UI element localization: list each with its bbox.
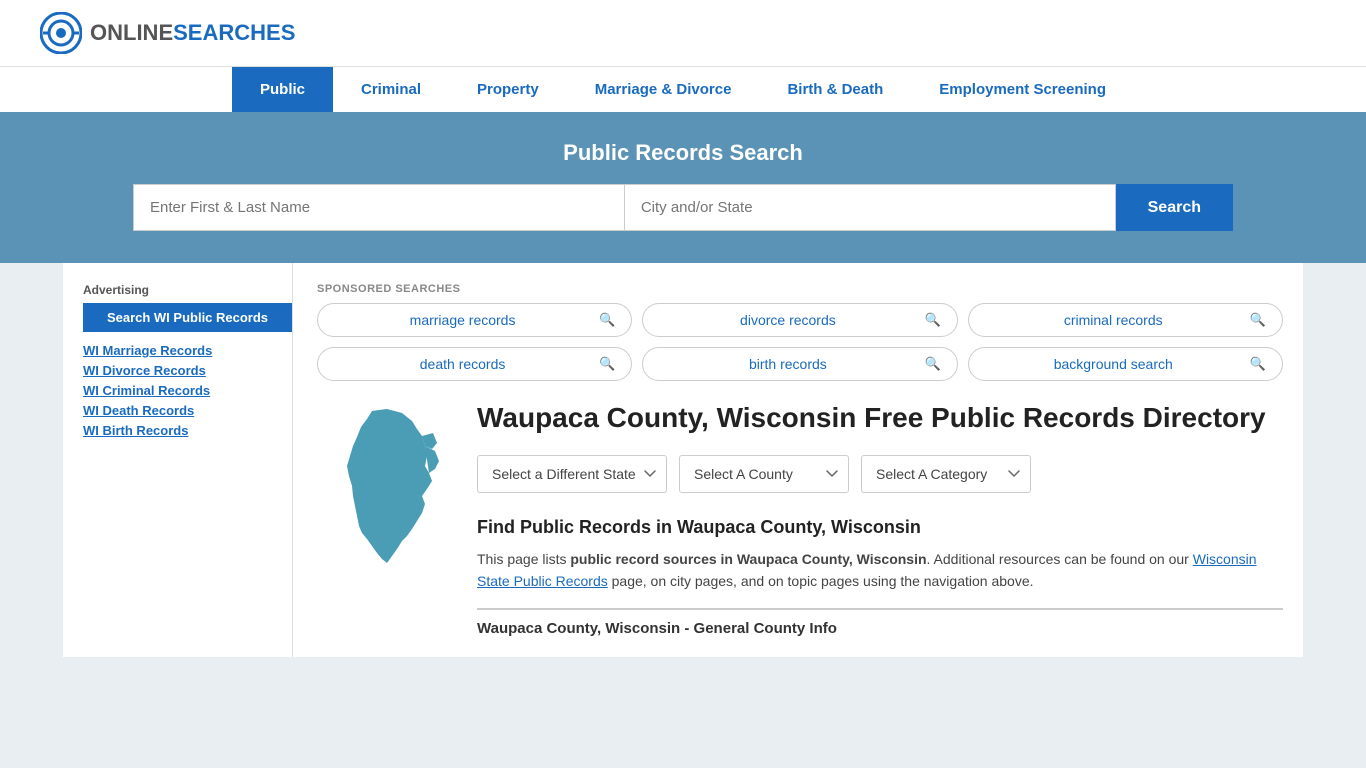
main-content: SPONSORED SEARCHES marriage records 🔍 di… <box>317 263 1283 657</box>
sidebar: Advertising Search WI Public Records WI … <box>83 263 293 657</box>
wi-death-link[interactable]: WI Death Records <box>83 403 194 418</box>
wi-criminal-link[interactable]: WI Criminal Records <box>83 383 210 398</box>
category-dropdown[interactable]: Select A Category <box>861 455 1031 493</box>
county-dropdown[interactable]: Select A County <box>679 455 849 493</box>
find-records-title: Find Public Records in Waupaca County, W… <box>477 517 1283 538</box>
wi-marriage-link[interactable]: WI Marriage Records <box>83 343 212 358</box>
dropdowns-row: Select a Different State Select A County… <box>477 455 1283 493</box>
list-item: WI Birth Records <box>83 422 292 438</box>
location-input[interactable] <box>624 184 1116 231</box>
desc-part3: page, on city pages, and on topic pages … <box>608 573 1034 589</box>
list-item: WI Death Records <box>83 402 292 418</box>
logo-searches-text: SEARCHES <box>173 20 295 45</box>
nav-marriage-divorce[interactable]: Marriage & Divorce <box>567 67 760 112</box>
find-records-desc: This page lists public record sources in… <box>477 548 1283 593</box>
nav-birth-death[interactable]: Birth & Death <box>759 67 911 112</box>
state-map <box>317 401 457 584</box>
wisconsin-map-svg <box>317 401 457 581</box>
advertising-label: Advertising <box>83 283 292 297</box>
desc-part2: . Additional resources can be found on o… <box>927 551 1193 567</box>
sponsored-item-background[interactable]: background search 🔍 <box>968 347 1283 381</box>
search-icon: 🔍 <box>599 356 615 372</box>
search-button[interactable]: Search <box>1116 184 1233 231</box>
state-dropdown[interactable]: Select a Different State <box>477 455 667 493</box>
sidebar-links: WI Marriage Records WI Divorce Records W… <box>83 342 292 438</box>
desc-bold: public record sources in Waupaca County,… <box>570 551 926 567</box>
content-area: Advertising Search WI Public Records WI … <box>63 263 1303 657</box>
list-item: WI Marriage Records <box>83 342 292 358</box>
logo[interactable]: ONLINESEARCHES <box>40 12 295 54</box>
search-icon: 🔍 <box>924 356 940 372</box>
site-header: ONLINESEARCHES <box>0 0 1366 66</box>
county-section: Waupaca County, Wisconsin Free Public Re… <box>317 401 1283 637</box>
wi-divorce-link[interactable]: WI Divorce Records <box>83 363 206 378</box>
wi-birth-link[interactable]: WI Birth Records <box>83 423 188 438</box>
general-info-header: Waupaca County, Wisconsin - General Coun… <box>477 608 1283 637</box>
sponsored-item-birth[interactable]: birth records 🔍 <box>642 347 957 381</box>
search-icon: 🔍 <box>1250 356 1266 372</box>
search-row: Search <box>133 184 1233 231</box>
name-input[interactable] <box>133 184 624 231</box>
search-banner-title: Public Records Search <box>40 140 1326 166</box>
search-icon: 🔍 <box>1250 312 1266 328</box>
sponsored-item-divorce[interactable]: divorce records 🔍 <box>642 303 957 337</box>
nav-employment[interactable]: Employment Screening <box>911 67 1134 112</box>
logo-online-text: ONLINE <box>90 20 173 45</box>
search-icon: 🔍 <box>599 312 615 328</box>
nav-criminal[interactable]: Criminal <box>333 67 449 112</box>
logo-icon <box>40 12 82 54</box>
sponsored-grid: marriage records 🔍 divorce records 🔍 cri… <box>317 303 1283 381</box>
search-icon: 🔍 <box>924 312 940 328</box>
main-nav: Public Criminal Property Marriage & Divo… <box>0 66 1366 112</box>
list-item: WI Criminal Records <box>83 382 292 398</box>
desc-part1: This page lists <box>477 551 570 567</box>
sponsored-item-death[interactable]: death records 🔍 <box>317 347 632 381</box>
county-title: Waupaca County, Wisconsin Free Public Re… <box>477 401 1283 435</box>
sidebar-ad-button[interactable]: Search WI Public Records <box>83 303 292 332</box>
sponsored-item-marriage[interactable]: marriage records 🔍 <box>317 303 632 337</box>
sponsored-label: SPONSORED SEARCHES <box>317 283 1283 295</box>
sponsored-item-criminal[interactable]: criminal records 🔍 <box>968 303 1283 337</box>
nav-public[interactable]: Public <box>232 67 333 112</box>
county-info: Waupaca County, Wisconsin Free Public Re… <box>477 401 1283 637</box>
nav-property[interactable]: Property <box>449 67 567 112</box>
search-banner: Public Records Search Search <box>0 112 1366 263</box>
list-item: WI Divorce Records <box>83 362 292 378</box>
